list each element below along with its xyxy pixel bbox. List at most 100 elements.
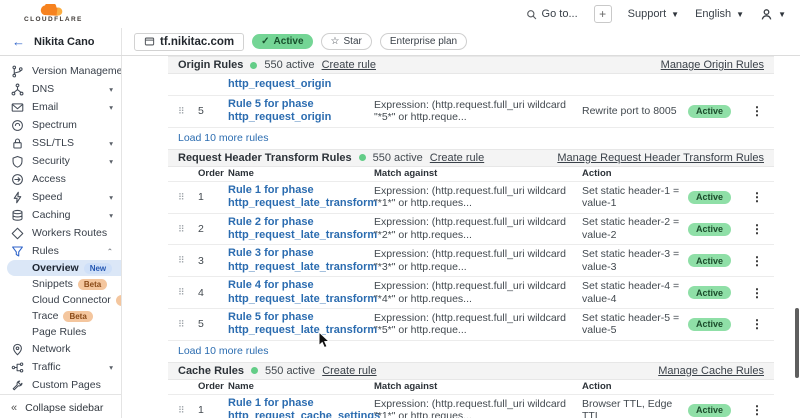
- star-button[interactable]: ☆ Star: [321, 33, 372, 50]
- col-header-name: Name: [228, 381, 370, 392]
- col-header-order: Order: [198, 381, 224, 392]
- add-button[interactable]: +: [594, 5, 612, 23]
- drag-handle-icon[interactable]: ⠿: [178, 319, 194, 330]
- sidebar-item-email[interactable]: Email▾: [0, 98, 121, 116]
- load-more-link[interactable]: Load 10 more rules: [178, 345, 268, 357]
- table-row: ⠿ 5 Rule 5 for phasehttp_request_late_tr…: [168, 309, 774, 341]
- chevron-down-icon: ▾: [109, 211, 113, 220]
- sidebar-nav: Version ManagementDNS▾Email▾ Spectrum SSL/…: [0, 56, 122, 418]
- table-column-header: Order Name Match against Action: [168, 167, 774, 182]
- sidebar-item-version-management[interactable]: Version Management: [0, 62, 121, 80]
- rule-action: Set static header-5 = value-5: [582, 312, 684, 337]
- rule-order: 4: [198, 287, 224, 299]
- zone-bar: ← Nikita Cano tf.nikitac.com ✓ Active ☆ …: [0, 28, 800, 56]
- rule-link[interactable]: Rule 5 for phasehttp_request_origin: [228, 98, 370, 125]
- drag-handle-icon[interactable]: ⠿: [178, 255, 194, 266]
- user-menu[interactable]: ▼: [760, 8, 786, 21]
- col-header-order: Order: [198, 168, 224, 179]
- sidebar-item-label: Traffic: [32, 361, 61, 373]
- access-icon: [11, 173, 25, 186]
- sidebar-item-speed[interactable]: Speed▾: [0, 188, 121, 206]
- rule-order: 1: [198, 191, 224, 203]
- rule-link[interactable]: Rule 4 for phasehttp_request_late_transf…: [228, 279, 370, 306]
- table-row: ⠿ 2 Rule 2 for phasehttp_request_late_tr…: [168, 214, 774, 246]
- manage-request-header-transform-rules-link[interactable]: Manage Request Header Transform Rules: [557, 152, 764, 164]
- sidebar-item-ssl-tls[interactable]: SSL/TLS▾: [0, 134, 121, 152]
- sidebar-item-label: SSL/TLS: [32, 137, 74, 149]
- goto-search[interactable]: Go to...: [526, 8, 578, 20]
- load-more-link[interactable]: Load 10 more rules: [178, 132, 268, 144]
- sidebar-item-label: Spectrum: [32, 119, 77, 131]
- kebab-menu-icon[interactable]: ⋮: [750, 317, 764, 331]
- active-count: 550 active: [264, 59, 314, 71]
- status-dot-icon: [251, 367, 258, 374]
- drag-handle-icon[interactable]: ⠿: [178, 192, 194, 203]
- sidebar-item-page-rules[interactable]: Page Rules: [0, 324, 121, 340]
- drag-handle-icon[interactable]: ⠿: [178, 405, 194, 416]
- section-title: Origin Rules: [178, 59, 243, 71]
- chevron-down-icon: ▼: [671, 10, 679, 19]
- kebab-menu-icon[interactable]: ⋮: [750, 222, 764, 236]
- sidebar-item-dns[interactable]: DNS▾: [0, 80, 121, 98]
- sidebar-item-cloud-connector[interactable]: Cloud ConnectorBeta: [0, 292, 121, 308]
- caching-icon: [11, 209, 25, 222]
- active-badge: Active: [688, 223, 731, 236]
- sidebar-item-trace[interactable]: TraceBeta: [0, 308, 121, 324]
- sidebar-item-overview[interactable]: OverviewNew: [7, 260, 121, 276]
- account-name[interactable]: Nikita Cano: [34, 36, 95, 48]
- kebab-menu-icon[interactable]: ⋮: [750, 190, 764, 204]
- active-badge: Active: [688, 105, 731, 118]
- sidebar-item-workers-routes[interactable]: Workers Routes: [0, 224, 121, 242]
- network-icon: [11, 343, 25, 356]
- domain-selector[interactable]: tf.nikitac.com: [134, 33, 244, 51]
- sidebar-item-custom-pages[interactable]: Custom Pages: [0, 376, 121, 394]
- cloudflare-logo[interactable]: CLOUDFLARE: [24, 4, 83, 24]
- sidebar-item-traffic[interactable]: Traffic▾: [0, 358, 121, 376]
- request-header-transform-rules-header: Request Header Transform Rules 550 activ…: [168, 149, 774, 167]
- sidebar-item-rules[interactable]: Rules⌃: [0, 242, 121, 260]
- manage-cache-rules-link[interactable]: Manage Cache Rules: [658, 365, 764, 377]
- plan-badge: Enterprise plan: [380, 33, 467, 50]
- back-arrow-icon[interactable]: ←: [12, 34, 25, 49]
- sidebar-item-network[interactable]: Network: [0, 340, 121, 358]
- email-icon: [11, 101, 25, 114]
- drag-handle-icon[interactable]: ⠿: [178, 106, 194, 117]
- rule-link[interactable]: Rule 1 for phasehttp_request_cache_setti…: [228, 397, 370, 418]
- drag-handle-icon[interactable]: ⠿: [178, 224, 194, 235]
- sidebar-item-access[interactable]: Access: [0, 170, 121, 188]
- kebab-menu-icon[interactable]: ⋮: [750, 254, 764, 268]
- rule-link[interactable]: Rule 1 for phasehttp_request_late_transf…: [228, 184, 370, 211]
- rule-link[interactable]: Rule 5 for phasehttp_request_late_transf…: [228, 311, 370, 338]
- chevron-down-icon: ▾: [109, 85, 113, 94]
- create-rule-link[interactable]: Create rule: [322, 59, 376, 71]
- create-rule-link[interactable]: Create rule: [430, 152, 484, 164]
- sidebar-item-spectrum[interactable]: Spectrum: [0, 116, 121, 134]
- kebab-menu-icon[interactable]: ⋮: [750, 403, 764, 417]
- chevron-down-icon: ▼: [778, 10, 786, 19]
- rule-match: Expression: (http.request.full_uri wildc…: [374, 216, 578, 241]
- collapse-sidebar-button[interactable]: «Collapse sidebar: [0, 394, 121, 418]
- language-menu[interactable]: English ▼: [695, 8, 744, 20]
- domain-name: tf.nikitac.com: [160, 36, 234, 48]
- create-rule-link[interactable]: Create rule: [322, 365, 376, 377]
- manage-origin-rules-link[interactable]: Manage Origin Rules: [661, 59, 764, 71]
- chevron-up-icon: ⌃: [107, 247, 113, 256]
- beta-badge: Beta: [78, 279, 107, 290]
- sidebar-item-security[interactable]: Security▾: [0, 152, 121, 170]
- rule-link[interactable]: http_request_origin: [228, 78, 331, 90]
- scrollbar-thumb[interactable]: [795, 308, 799, 378]
- rule-order: 5: [198, 318, 224, 330]
- kebab-menu-icon[interactable]: ⋮: [750, 286, 764, 300]
- cloudflare-cloud-icon: [36, 4, 70, 16]
- drag-handle-icon[interactable]: ⠿: [178, 287, 194, 298]
- workers-routes-icon: [11, 227, 25, 240]
- request-header-transform-rules-section: Request Header Transform Rules 550 activ…: [168, 149, 774, 362]
- support-menu[interactable]: Support ▼: [628, 8, 679, 20]
- sidebar-item-caching[interactable]: Caching▾: [0, 206, 121, 224]
- sidebar-item-snippets[interactable]: SnippetsBeta: [0, 276, 121, 292]
- kebab-menu-icon[interactable]: ⋮: [750, 104, 764, 118]
- rule-link[interactable]: Rule 3 for phasehttp_request_late_transf…: [228, 247, 370, 274]
- rule-link[interactable]: Rule 2 for phasehttp_request_late_transf…: [228, 216, 370, 243]
- rule-order: 5: [198, 105, 224, 117]
- table-row: ⠿ 1 Rule 1 for phasehttp_request_cache_s…: [168, 395, 774, 418]
